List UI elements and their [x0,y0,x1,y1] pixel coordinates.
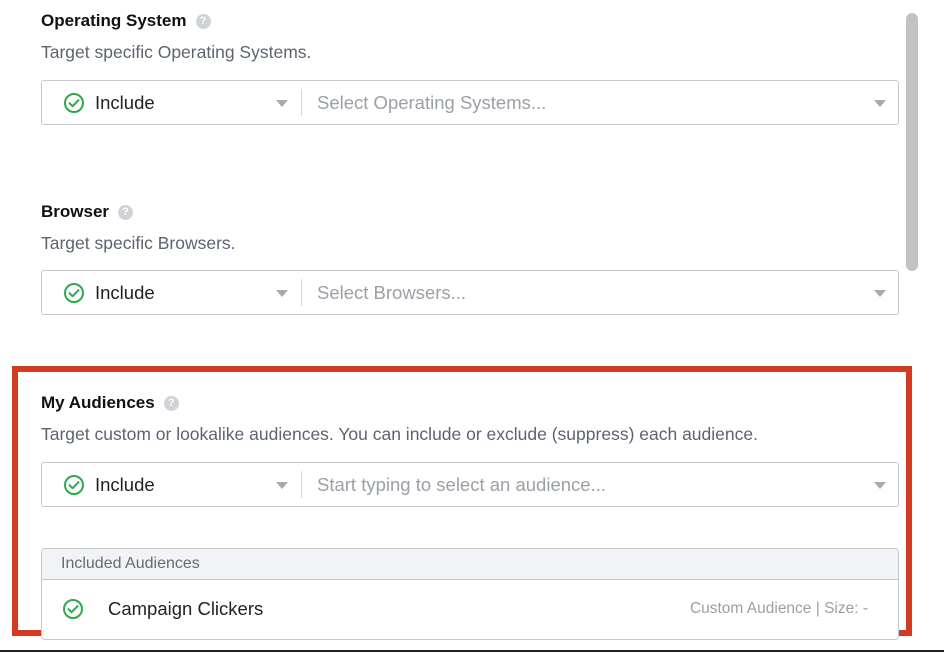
browser-select-placeholder: Select Browsers... [317,281,467,303]
os-include-dropdown[interactable]: Include [42,81,301,124]
audiences-description: Target custom or lookalike audiences. Yo… [41,424,758,444]
audiences-include-dropdown[interactable]: Include [42,463,301,506]
browser-description: Target specific Browsers. [41,233,236,253]
browser-selector: Include Select Browsers... [41,270,899,315]
browser-title: Browser [41,202,110,221]
audiences-selector: Include Start typing to select an audien… [41,462,899,507]
scrollbar-thumb[interactable] [906,13,918,271]
check-circle-icon [63,92,85,114]
os-description: Target specific Operating Systems. [41,42,312,62]
audience-name: Campaign Clickers [108,598,264,619]
check-circle-icon[interactable] [62,598,84,620]
browser-section: Browser ? Target specific Browsers. Incl… [41,201,899,315]
audience-meta: Custom Audience | Size: - [689,600,868,617]
audiences-search-input[interactable]: Start typing to select an audience... [302,463,898,506]
os-select-placeholder: Select Operating Systems... [317,91,547,113]
caret-down-icon [874,482,886,489]
check-circle-icon [63,474,85,496]
audiences-include-label: Include [95,473,155,495]
audiences-search-placeholder: Start typing to select an audience... [317,473,606,495]
caret-down-icon [874,290,886,297]
os-title: Operating System [41,11,187,30]
included-audiences-panel: Included Audiences Campaign Clickers Cus… [41,548,899,640]
browser-include-label: Include [95,281,155,303]
audience-item[interactable]: Campaign Clickers Custom Audience | Size… [42,580,898,638]
included-audiences-header: Included Audiences [42,549,898,580]
caret-down-icon [874,100,886,107]
browser-include-dropdown[interactable]: Include [42,271,301,314]
caret-down-icon [276,100,288,107]
audiences-section: My Audiences ? Target custom or lookalik… [41,392,899,640]
caret-down-icon [276,482,288,489]
caret-down-icon [276,290,288,297]
help-icon[interactable]: ? [163,395,179,411]
check-circle-icon [63,282,85,304]
audiences-title: My Audiences [41,393,155,412]
help-icon[interactable]: ? [118,204,134,220]
os-select-input[interactable]: Select Operating Systems... [302,81,898,124]
os-include-label: Include [95,91,155,113]
os-section: Operating System ? Target specific Opera… [41,10,899,125]
bottom-divider [0,650,944,652]
browser-select-input[interactable]: Select Browsers... [302,271,898,314]
os-selector: Include Select Operating Systems... [41,80,899,125]
help-icon[interactable]: ? [195,13,211,29]
